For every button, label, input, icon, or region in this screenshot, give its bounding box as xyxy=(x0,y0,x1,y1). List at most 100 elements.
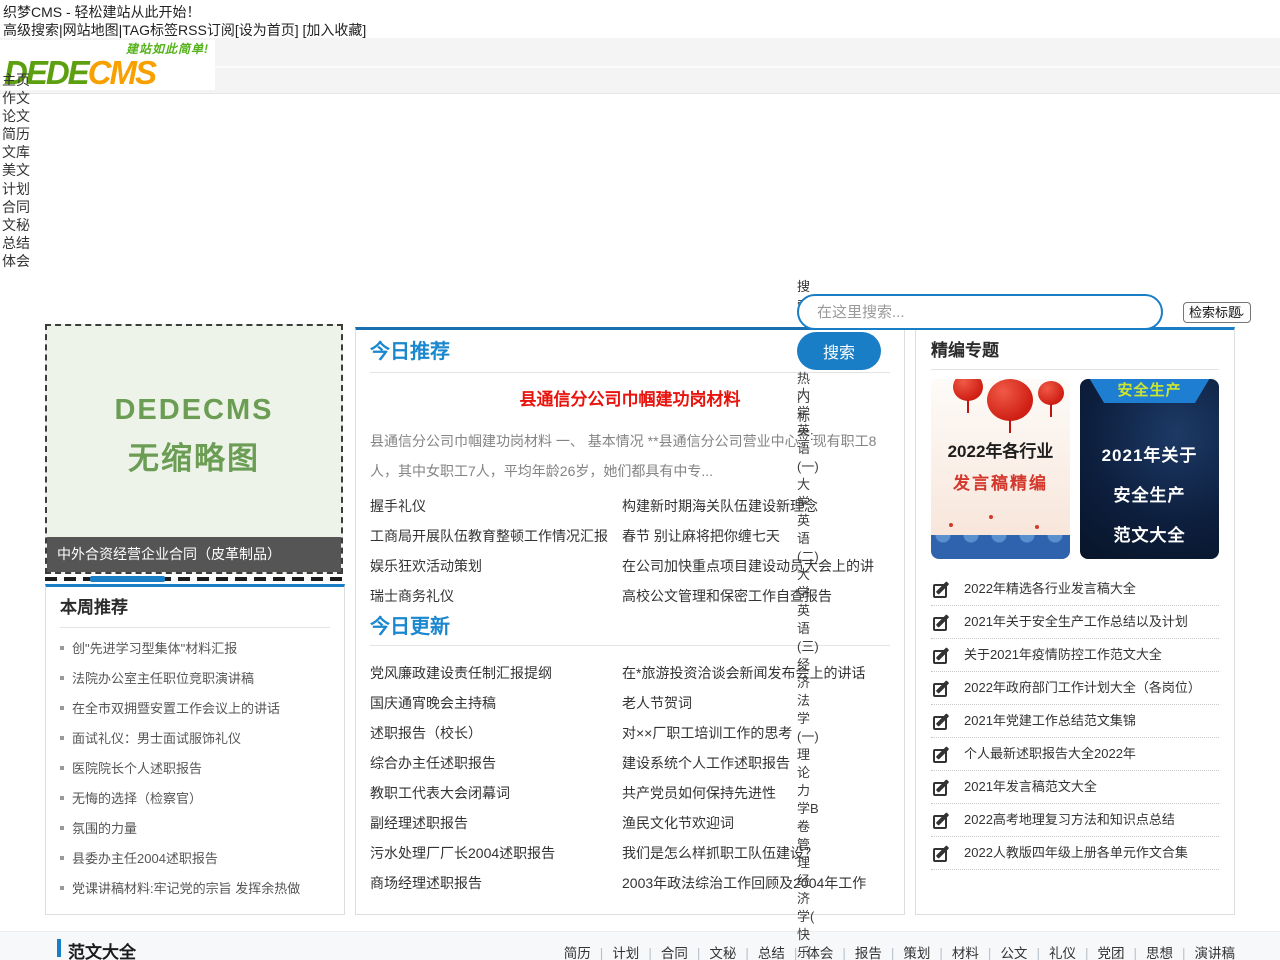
topic-link[interactable]: 2022高考地理复习方法和知识点总结 xyxy=(964,804,1175,836)
hot-tag-link[interactable]: 管理经济学( xyxy=(797,836,819,926)
nav-link[interactable]: 美文 xyxy=(2,161,30,179)
article-link[interactable]: 污水处理厂厂长2004述职报告 xyxy=(370,838,622,868)
article-link[interactable]: 握手礼仪 xyxy=(370,491,622,521)
lantern-tassel xyxy=(967,400,969,413)
nav-link[interactable]: 计划 xyxy=(2,180,30,198)
article-link[interactable]: 工商局开展队伍教育整顿工作情况汇报 xyxy=(370,521,622,551)
category-link[interactable]: 策划 xyxy=(882,946,931,960)
article-link[interactable]: 瑞士商务礼仪 xyxy=(370,581,622,611)
article-link[interactable]: 氛围的力量 xyxy=(72,821,137,836)
article-link[interactable]: 面试礼仪：男士面试服饰礼仪 xyxy=(72,731,241,746)
category-link[interactable]: 报告 xyxy=(833,946,882,960)
nav-link[interactable]: 体会 xyxy=(2,252,30,270)
main-nav: 主页作文论文简历文库美文计划合同文秘总结体会 xyxy=(2,71,30,270)
nav-link[interactable]: 合同 xyxy=(2,198,30,216)
edit-pencil-icon xyxy=(933,845,950,862)
article-link[interactable]: 在*旅游投资洽谈会新闻发布会上的讲话 xyxy=(622,658,890,688)
nav-link[interactable]: 作文 xyxy=(2,89,30,107)
topic-link[interactable]: 2022年精选各行业发言稿大全 xyxy=(964,573,1136,605)
top-link[interactable]: [加入收藏] xyxy=(303,22,367,38)
category-link[interactable]: 演讲稿 xyxy=(1173,946,1235,960)
featured-slide-caption: 中外合资经营企业合同（皮革制品） xyxy=(47,537,341,572)
article-link[interactable]: 述职报告（校长） xyxy=(370,718,622,748)
nav-link[interactable]: 论文 xyxy=(2,107,30,125)
site-logo[interactable]: 建站如此简单! DEDECMS xyxy=(0,40,215,90)
hot-tag-link[interactable]: 理论力学B卷 xyxy=(797,746,819,836)
hot-tag-link[interactable]: 大学英语(二) xyxy=(797,476,819,566)
article-link[interactable]: 无悔的选择（检察官） xyxy=(72,791,202,806)
search-input[interactable] xyxy=(797,294,1163,330)
article-link[interactable]: 医院院长个人述职报告 xyxy=(72,761,202,776)
article-link[interactable]: 县委办主任2004述职报告 xyxy=(72,851,218,866)
top-link[interactable]: TAG标签 xyxy=(122,22,178,38)
article-link[interactable]: 共产党员如何保持先进性 xyxy=(622,778,890,808)
article-link[interactable]: 老人节贺词 xyxy=(622,688,890,718)
topic-link[interactable]: 个人最新述职报告大全2022年 xyxy=(964,738,1136,770)
topic-link[interactable]: 关于2021年疫情防控工作范文大全 xyxy=(964,639,1162,671)
article-link[interactable]: 商场经理述职报告 xyxy=(370,868,622,898)
article-link[interactable]: 高校公文管理和保密工作自查报告 xyxy=(622,581,890,611)
search-button[interactable]: 搜索 xyxy=(797,332,881,370)
category-link[interactable]: 思想 xyxy=(1124,946,1173,960)
article-link[interactable]: 建设系统个人工作述职报告 xyxy=(622,748,890,778)
nav-link[interactable]: 总结 xyxy=(2,234,30,252)
topic-link[interactable]: 2022年政府部门工作计划大全（各岗位） xyxy=(964,672,1201,704)
search-scope-select[interactable]: 检索标题 ⌄ xyxy=(1183,302,1251,323)
article-link[interactable]: 娱乐狂欢活动策划 xyxy=(370,551,622,581)
article-link[interactable]: 党风廉政建设责任制汇报提纲 xyxy=(370,658,622,688)
topic-link[interactable]: 2021年发言稿范文大全 xyxy=(964,771,1097,803)
article-link[interactable]: 党课讲稿材料:牢记党的宗旨 发挥余热做 xyxy=(72,881,300,896)
hot-tag-link[interactable]: 大学英语(三) xyxy=(797,566,819,656)
top-link[interactable]: [设为首页] xyxy=(235,22,299,38)
article-link[interactable]: 在公司加快重点项目建设动员大会上的讲 xyxy=(622,551,890,581)
nav-link[interactable]: 文秘 xyxy=(2,216,30,234)
category-link[interactable]: 公文 xyxy=(979,946,1028,960)
list-item: 党课讲稿材料:牢记党的宗旨 发挥余热做 xyxy=(60,874,330,904)
category-link[interactable]: 党团 xyxy=(1076,946,1125,960)
article-link[interactable]: 对××厂职工培训工作的思考 xyxy=(622,718,890,748)
topic-link[interactable]: 2022人教版四年级上册各单元作文合集 xyxy=(964,837,1188,869)
article-link[interactable]: 我们是怎么样抓职工队伍建设？ xyxy=(622,838,890,868)
top-link[interactable]: RSS订阅 xyxy=(178,22,235,38)
category-link[interactable]: 合同 xyxy=(639,946,688,960)
carousel-scroll-thumb[interactable] xyxy=(90,576,165,582)
article-link[interactable]: 创"先进学习型集体"材料汇报 xyxy=(72,641,237,656)
article-link[interactable]: 法院办公室主任职位竞职演讲稿 xyxy=(72,671,254,686)
category-link[interactable]: 材料 xyxy=(930,946,979,960)
decor-dot xyxy=(989,515,993,519)
featured-slide[interactable]: DEDECMS 无缩略图 中外合资经营企业合同（皮革制品） xyxy=(45,324,343,574)
category-link[interactable]: 简历 xyxy=(564,946,591,960)
article-link[interactable]: 综合办主任述职报告 xyxy=(370,748,622,778)
list-item: 创"先进学习型集体"材料汇报 xyxy=(60,634,330,664)
article-link[interactable]: 春节 别让麻将把你缠七天 xyxy=(622,521,890,551)
article-link[interactable]: 构建新时期海关队伍建设新理念 xyxy=(622,491,890,521)
nav-link[interactable]: 文库 xyxy=(2,143,30,161)
article-link[interactable]: 在全市双拥暨安置工作会议上的讲话 xyxy=(72,701,280,716)
nav-link[interactable]: 简历 xyxy=(2,125,30,143)
article-link[interactable]: 副经理述职报告 xyxy=(370,808,622,838)
topic-link[interactable]: 2021年关于安全生产工作总结以及计划 xyxy=(964,606,1188,638)
top-link[interactable]: 网站地图 xyxy=(63,22,119,38)
article-link[interactable]: 渔民文化节欢迎词 xyxy=(622,808,890,838)
article-link[interactable]: 国庆通宵晚会主持稿 xyxy=(370,688,622,718)
edit-pencil-icon xyxy=(933,779,950,796)
category-link[interactable]: 文秘 xyxy=(688,946,737,960)
top-link-item: RSS订阅 xyxy=(178,22,235,38)
article-link[interactable]: 教职工代表大会闭幕词 xyxy=(370,778,622,808)
week-recommend-panel: 本周推荐 创"先进学习型集体"材料汇报法院办公室主任职位竞职演讲稿在全市双拥暨安… xyxy=(45,584,345,915)
top-link[interactable]: 高级搜索 xyxy=(3,22,59,38)
hot-tag-link[interactable]: 经济法学(一) xyxy=(797,656,819,746)
topic-link[interactable]: 2021年党建工作总结范文集锦 xyxy=(964,705,1136,737)
hot-tag-link[interactable]: 快乐星球II xyxy=(797,926,819,960)
topic-banner-speeches[interactable]: 2022年各行业 发言稿精编 xyxy=(931,379,1070,559)
category-link[interactable]: 计划 xyxy=(591,946,640,960)
topic-banner-safety[interactable]: 安全生产 2021年关于 安全生产 范文大全 xyxy=(1080,379,1219,559)
no-thumbnail-line2: 无缩略图 xyxy=(47,433,341,478)
article-link[interactable]: 2003年政法综治工作回顾及2004年工作 xyxy=(622,868,890,898)
category-link[interactable]: 总结 xyxy=(736,946,785,960)
list-item: 氛围的力量 xyxy=(60,814,330,844)
banner-text: 2022年各行业 xyxy=(931,437,1070,462)
nav-link[interactable]: 主页 xyxy=(2,71,30,89)
category-link[interactable]: 礼仪 xyxy=(1027,946,1076,960)
hot-tag-link[interactable]: 大学英语(一) xyxy=(797,386,819,476)
